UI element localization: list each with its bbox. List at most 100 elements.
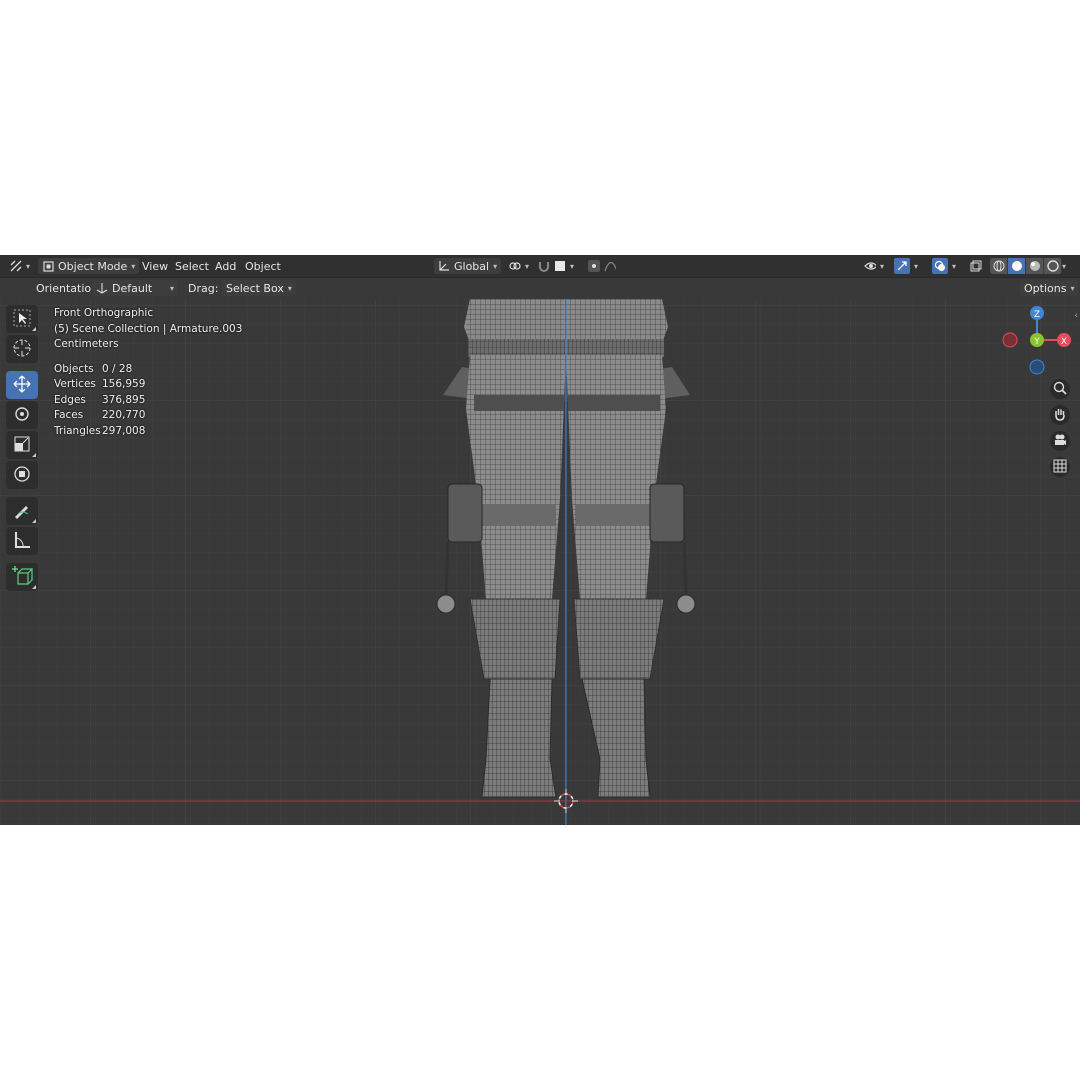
orientation-label: Global — [454, 259, 490, 273]
left-shin-wire — [470, 599, 560, 679]
eye-icon — [864, 260, 876, 272]
neg-z-axis-handle[interactable] — [1029, 359, 1045, 375]
gizmo-toggle[interactable]: ▾ — [890, 258, 922, 274]
menu-add[interactable]: Add — [211, 258, 240, 274]
left-boot-wire — [482, 679, 556, 797]
tool-settings-bar: Orientation: Default ▾ Drag: Select Box … — [0, 277, 1080, 299]
stat-row: Objects 0 / 28 — [54, 362, 133, 375]
stat-row: Vertices 156,959 — [54, 378, 146, 390]
menu-object[interactable]: Object — [241, 258, 285, 274]
right-canister — [649, 483, 685, 543]
viewport-info-overlay: Front Orthographic (5) Scene Collection … — [54, 306, 242, 439]
sidebar-toggle-arrow[interactable]: ‹ — [1074, 311, 1078, 321]
stat-row: Triangles 297,008 — [54, 424, 146, 437]
proportional-edit-toggle[interactable] — [584, 258, 620, 274]
object-mode-icon — [42, 260, 54, 272]
rotate-tool[interactable] — [6, 401, 38, 429]
orientation-value: Default — [112, 281, 153, 295]
transform-tool[interactable] — [6, 461, 38, 489]
neg-x-axis-handle[interactable] — [1002, 332, 1018, 348]
shading-mode-group — [990, 258, 1062, 274]
visibility-dropdown[interactable]: ▾ — [860, 258, 888, 274]
select-box-icon — [13, 309, 31, 330]
editor-type-icon — [10, 260, 22, 272]
left-cord — [444, 541, 450, 596]
chevron-down-icon: ▾ — [914, 261, 919, 271]
view-name: Front Orthographic — [54, 307, 154, 319]
gizmo-icon — [894, 258, 910, 274]
scale-tool[interactable] — [6, 431, 38, 459]
chevron-down-icon: ▾ — [493, 261, 498, 271]
right-cord — [682, 541, 688, 596]
drag-value: Select Box — [226, 281, 284, 295]
measure-tool[interactable] — [6, 527, 38, 555]
hand-icon — [1053, 407, 1067, 424]
options-label: Options — [1024, 281, 1067, 295]
zoom-button[interactable] — [1050, 379, 1070, 399]
drag-dropdown[interactable]: Select Box ▾ — [222, 280, 296, 296]
drag-label: Drag: — [188, 281, 219, 295]
move-tool[interactable] — [6, 371, 38, 399]
overlays-toggle[interactable]: ▾ — [928, 258, 960, 274]
svg-text:X: X — [1061, 337, 1067, 347]
xray-icon — [970, 260, 982, 272]
add-cube-tool[interactable] — [6, 563, 38, 591]
options-dropdown[interactable]: Options ▾ — [1020, 280, 1079, 296]
scale-icon — [12, 434, 32, 457]
snap-toggle[interactable]: ▾ — [534, 258, 578, 274]
viewport-header: ▾ Object Mode ▾ View Select Add Object G… — [0, 255, 1080, 278]
orientation-axes-icon — [438, 260, 450, 272]
collection-name: (5) Scene Collection | Armature.003 — [54, 322, 243, 335]
transform-orientation-dropdown[interactable]: Global ▾ — [434, 258, 502, 274]
chevron-down-icon: ▾ — [131, 261, 136, 271]
pivot-point-dropdown[interactable]: ▾ — [505, 258, 533, 274]
menu-select[interactable]: Select — [171, 258, 213, 274]
orientation-dropdown[interactable]: Default ▾ — [92, 280, 178, 296]
cursor-tool[interactable] — [6, 335, 38, 363]
pan-button[interactable] — [1050, 405, 1070, 425]
chevron-down-icon: ▾ — [169, 283, 174, 293]
solid-shading-icon[interactable] — [1008, 258, 1026, 274]
editor-type-button[interactable]: ▾ — [6, 258, 34, 274]
overlays-icon — [932, 258, 948, 274]
wireframe-shading-icon[interactable] — [990, 258, 1008, 274]
camera-icon — [1053, 433, 1067, 450]
measure-icon — [12, 530, 32, 553]
left-knee-band — [478, 504, 556, 526]
mode-label: Object Mode — [58, 259, 128, 273]
units-label: Centimeters — [54, 338, 119, 350]
proportional-edit-icon — [588, 260, 600, 272]
camera-view-button[interactable] — [1050, 431, 1070, 451]
left-canister — [447, 483, 483, 543]
chevron-down-icon: ▾ — [570, 261, 575, 271]
cursor-icon — [12, 338, 32, 361]
shading-options-dropdown[interactable]: ▾ — [1058, 258, 1070, 274]
left-strap — [474, 395, 564, 411]
menu-view[interactable]: View — [138, 258, 172, 274]
chevron-down-icon: ▾ — [26, 261, 31, 271]
annotate-tool[interactable] — [6, 497, 38, 525]
transform-icon — [12, 464, 32, 487]
add-cube-icon — [11, 565, 34, 590]
svg-text:Z: Z — [1034, 310, 1040, 320]
grid-icon — [1053, 459, 1067, 476]
mode-dropdown[interactable]: Object Mode ▾ — [38, 258, 140, 274]
zoom-icon — [1053, 381, 1067, 398]
snap-target-icon — [554, 260, 566, 272]
rotate-icon — [12, 404, 32, 427]
scene-stats: Objects 0 / 28 Vertices 156,959 Edges 376,8… — [54, 362, 242, 440]
xray-toggle[interactable] — [966, 258, 986, 274]
material-shading-icon[interactable] — [1026, 258, 1044, 274]
right-ball — [676, 594, 696, 614]
right-knee-band — [576, 504, 656, 526]
axis-gizmo[interactable]: Z X Y — [1000, 299, 1080, 389]
chevron-down-icon: ▾ — [1070, 283, 1075, 293]
chevron-down-icon: ▾ — [952, 261, 957, 271]
navigation-gizmo: Z X Y — [1000, 299, 1080, 539]
select-box-tool[interactable] — [6, 305, 38, 333]
chevron-down-icon: ▾ — [287, 283, 292, 293]
stat-row: Edges 376,895 — [54, 393, 146, 406]
toolbar — [6, 305, 40, 593]
move-icon — [12, 374, 32, 397]
ortho-toggle-button[interactable] — [1050, 457, 1070, 477]
